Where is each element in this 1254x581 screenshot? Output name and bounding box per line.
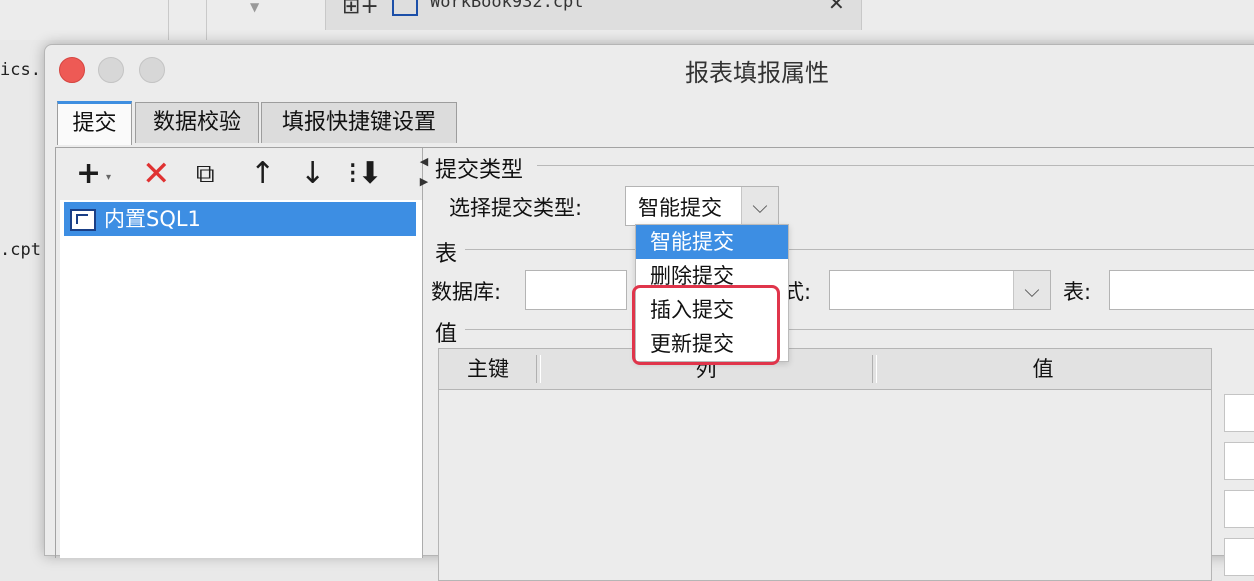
move-to-bottom-icon[interactable]: ⁝⬇ [348,154,383,194]
background-divider [206,0,207,40]
move-down-icon[interactable]: ↓ [300,154,325,194]
value-table-header: 主键 列 值 [439,349,1211,390]
side-action-button[interactable] [1224,490,1254,528]
list-toolbar: + ▾ ✕ ⧉ ↑ ↓ ⁝⬇ [60,148,422,200]
background-tab-title[interactable]: WorkBook932.cpt [430,0,584,12]
sql-icon [70,209,96,231]
section-divider [465,249,1254,250]
value-table[interactable]: 主键 列 值 [438,348,1212,581]
splitter-arrows-icon[interactable]: ◀ ▶ [418,152,430,196]
highlight-annotation [632,285,780,365]
dialog-titlebar[interactable]: 报表填报属性 [45,45,1254,91]
side-action-button[interactable] [1224,442,1254,480]
value-section-title: 值 [435,322,458,347]
add-menu-caret-icon[interactable]: ▾ [106,172,111,183]
delete-icon[interactable]: ✕ [142,154,171,194]
background-divider [168,0,169,40]
submit-list-panel: + ▾ ✕ ⧉ ↑ ↓ ⁝⬇ 内置SQL1 [60,148,423,558]
tab-submit[interactable]: 提交 [57,101,132,145]
submit-type-value: 智能提交 [638,196,722,220]
background-text: .cpt [0,240,41,260]
database-label: 数据库: [431,280,502,304]
add-icon[interactable]: + [76,154,101,194]
database-select[interactable] [525,270,627,310]
table-select[interactable] [1109,270,1254,310]
close-window-button[interactable] [59,57,85,83]
submit-type-section-title: 提交类型 [435,158,524,183]
section-divider [465,329,1254,330]
column-header-value[interactable]: 值 [875,349,1211,389]
list-item-label: 内置SQL1 [104,207,201,231]
minimize-window-button[interactable] [98,57,124,83]
maximize-window-button[interactable] [139,57,165,83]
dropdown-option-smart-submit[interactable]: 智能提交 [636,225,788,259]
schema-select[interactable]: ⌵ [829,270,1051,310]
table-label: 表: [1063,280,1092,304]
tab-shortcut-settings[interactable]: 填报快捷键设置 [261,102,457,143]
side-action-button[interactable] [1224,394,1254,432]
chevron-down-icon[interactable]: ⌵ [1013,271,1050,309]
side-action-button[interactable] [1224,538,1254,576]
submit-type-label: 选择提交类型: [449,196,583,220]
chevron-down-icon[interactable]: ⌵ [741,187,778,225]
column-header-primary-key[interactable]: 主键 [439,349,537,389]
tab-data-validation[interactable]: 数据校验 [135,102,259,143]
background-text: ics. [0,60,41,80]
list-item[interactable]: 内置SQL1 [64,202,416,236]
dialog-title: 报表填报属性 [685,59,829,87]
close-tab-icon[interactable]: ✕ [828,0,845,15]
add-tab-icon[interactable]: ⊞+ [342,0,379,19]
file-icon [392,0,418,16]
section-divider [537,165,1254,166]
table-section-title: 表 [435,242,458,267]
background-dropdown-arrow-icon[interactable]: ▼ [250,0,259,14]
submit-type-select[interactable]: 智能提交 ⌵ [625,186,779,226]
copy-icon[interactable]: ⧉ [196,154,215,194]
move-up-icon[interactable]: ↑ [250,154,275,194]
